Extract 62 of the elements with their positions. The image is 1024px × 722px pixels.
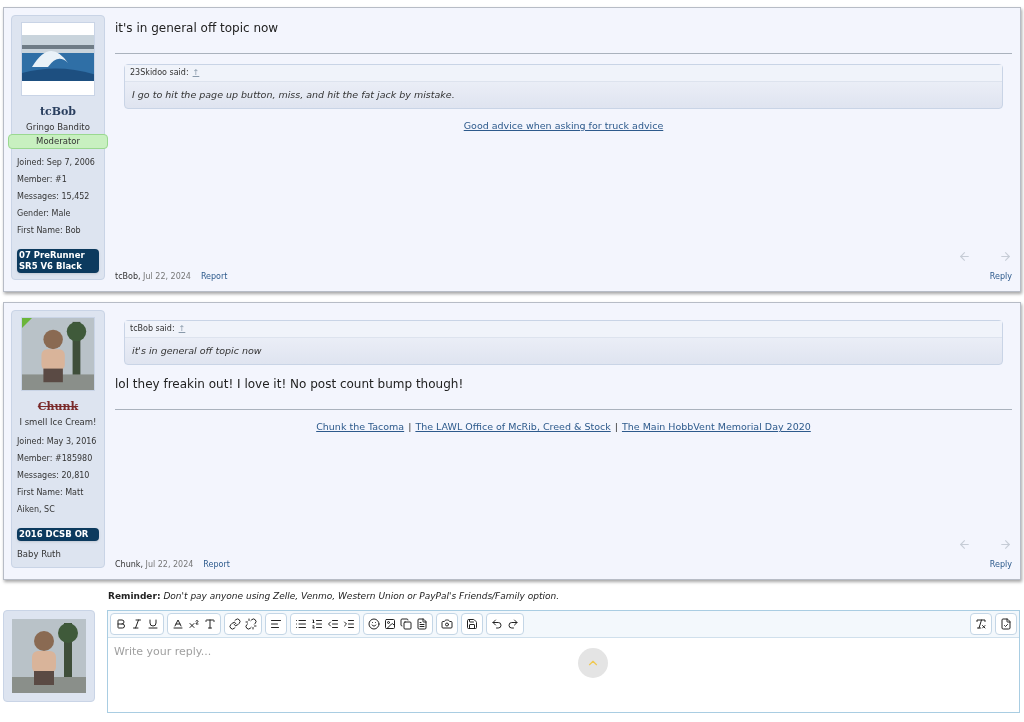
user-info: Joined: Sep 7, 2006 xyxy=(17,157,96,169)
document-icon[interactable] xyxy=(416,617,428,630)
separator: | xyxy=(614,420,618,435)
quote-text: I go to hit the page up button, miss, and hit the fat jack by mistake. xyxy=(131,88,456,102)
redo-icon[interactable] xyxy=(507,617,519,630)
user-info: Baby Ruth xyxy=(17,548,62,561)
underline-icon[interactable] xyxy=(147,617,159,630)
quote-text: it's in general off topic now xyxy=(131,344,263,358)
copy-icon[interactable] xyxy=(400,617,412,630)
user-info: Member: #185980 xyxy=(17,453,94,466)
signature-link[interactable]: The Main HobbVent Memorial Day 2020 xyxy=(621,420,811,435)
signature-link[interactable]: Chunk the Tacoma xyxy=(316,420,405,435)
user-info: Messages: 15,452 xyxy=(17,191,91,203)
signature-link[interactable]: The LAWL Office of McRib, Creed & Stock xyxy=(415,420,611,435)
user-info: Aiken, SC xyxy=(17,504,56,517)
font-size-icon[interactable] xyxy=(204,617,216,630)
user-info: Member: #1 xyxy=(17,174,68,186)
message-text: it's in general off topic now xyxy=(115,20,280,37)
vehicle-banner: 07 PreRunner SR5 V6 Black xyxy=(17,249,99,273)
smiley-icon[interactable] xyxy=(368,617,380,630)
text-color-icon[interactable] xyxy=(172,617,184,630)
indent-icon[interactable] xyxy=(343,617,355,630)
user-info: First Name: Matt xyxy=(17,487,85,500)
bullet-list-icon[interactable] xyxy=(295,617,307,630)
user-info: Messages: 20,810 xyxy=(17,470,91,483)
username[interactable]: Chunk xyxy=(17,399,99,416)
user-title: Gringo Bandito xyxy=(25,120,91,134)
separator: | xyxy=(408,420,412,435)
unlink-icon[interactable] xyxy=(245,617,257,630)
signature-link[interactable]: Good advice when asking for truck advice xyxy=(463,119,664,134)
vehicle-banner: 2016 DCSB OR xyxy=(17,528,99,542)
bold-icon[interactable] xyxy=(115,617,127,630)
reply-input[interactable]: Write your reply... xyxy=(108,637,1019,660)
reminder-text: Reminder: Don't pay anyone using Zelle, Venmo, Western Union or PayPal's Friends/Family option. xyxy=(108,591,560,601)
superscript-icon[interactable] xyxy=(188,617,200,630)
user-info: Joined: May 3, 2016 xyxy=(17,436,98,449)
undo-icon[interactable] xyxy=(491,617,503,630)
user-title: I smell Ice Cream! xyxy=(18,415,98,429)
camera-icon[interactable] xyxy=(441,617,453,630)
link-icon[interactable] xyxy=(229,617,241,630)
reply-editor[interactable]: Write your reply... xyxy=(107,609,1020,713)
user-info: First Name: Bob xyxy=(17,225,82,237)
reply-link[interactable]: Reply xyxy=(989,271,1012,285)
align-left-icon[interactable] xyxy=(270,617,282,630)
quote-author: tcBob said: xyxy=(130,323,175,335)
italic-icon[interactable] xyxy=(131,617,143,630)
outdent-icon[interactable] xyxy=(327,617,339,630)
numbered-list-icon[interactable] xyxy=(311,617,323,630)
user-info: Gender: Male xyxy=(17,208,72,220)
quote-author: 23Skidoo said: xyxy=(130,67,189,79)
image-icon[interactable] xyxy=(384,617,396,630)
report-link[interactable]: Report xyxy=(200,271,228,283)
role-banner: Moderator xyxy=(8,134,108,149)
reply-link[interactable]: Reply xyxy=(989,559,1012,573)
post-meta: tcBob, Jul 22, 2024 xyxy=(115,271,191,283)
message-text: lol they freakin out! I love it! No post count bump though! xyxy=(115,376,465,394)
save-icon[interactable] xyxy=(466,617,478,630)
post-meta: Chunk, Jul 22, 2024 xyxy=(115,559,194,571)
username[interactable]: tcBob xyxy=(17,104,99,121)
clear-formatting-icon[interactable] xyxy=(975,617,987,630)
drafts-icon[interactable] xyxy=(1000,617,1012,630)
report-link[interactable]: Report xyxy=(203,559,230,571)
